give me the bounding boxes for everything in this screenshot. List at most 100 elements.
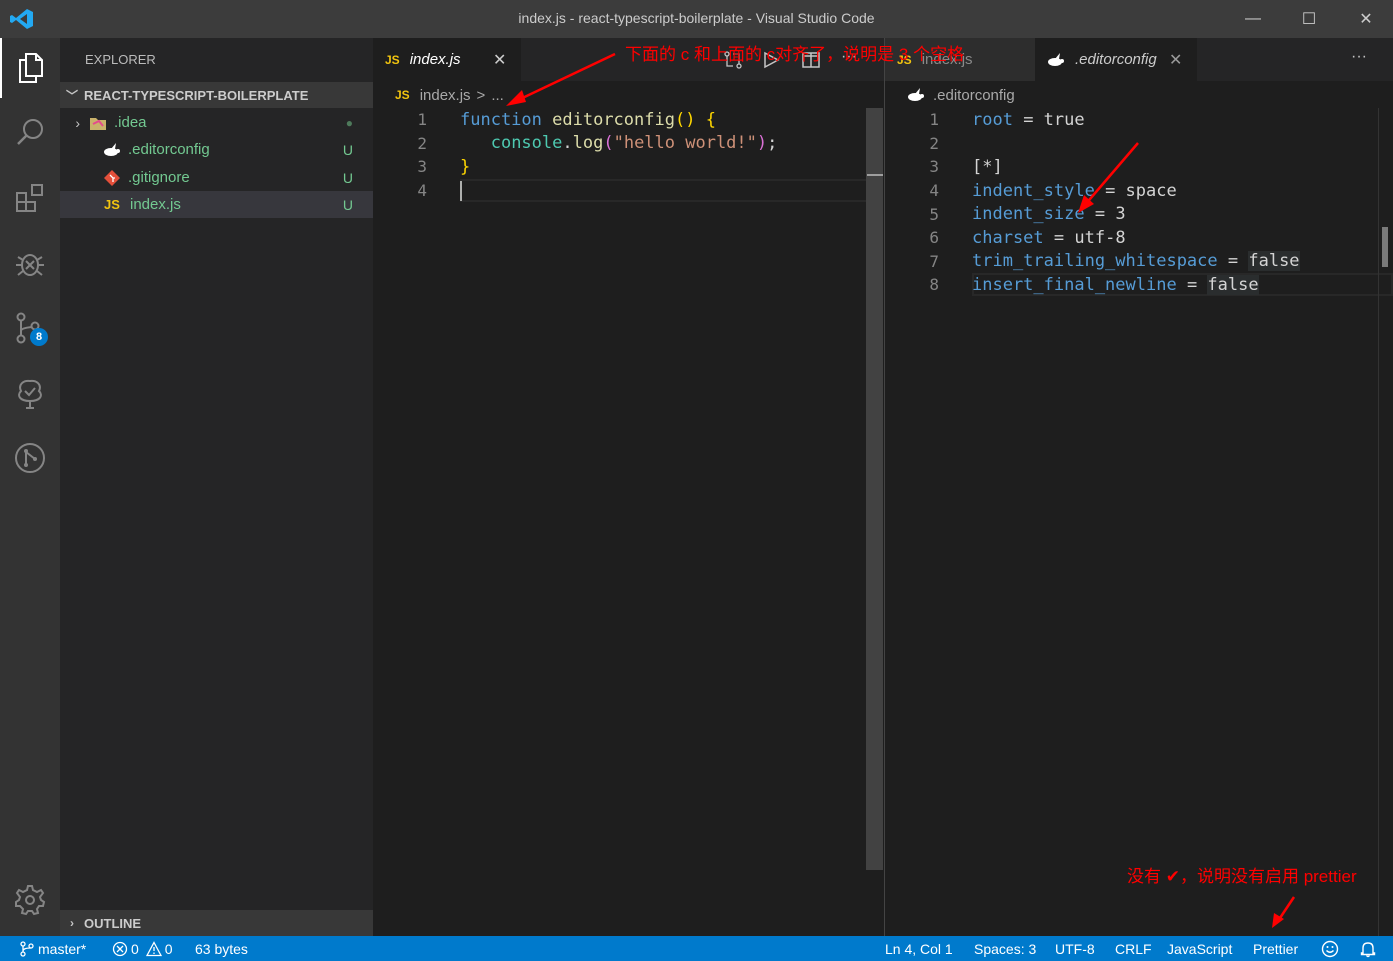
- tab-label: index.js: [409, 51, 461, 68]
- line-number: 2: [929, 133, 939, 153]
- source-control-icon[interactable]: [0, 298, 60, 358]
- git-branch-item[interactable]: master*: [20, 936, 86, 961]
- line-number: 2: [417, 133, 427, 153]
- config-value: false: [1207, 274, 1259, 295]
- outline-label: OUTLINE: [84, 915, 142, 931]
- file-name: .editorconfig: [128, 141, 210, 158]
- scrollbar-cursor-marker: [867, 174, 883, 176]
- indentation[interactable]: Spaces: 3: [974, 936, 1036, 961]
- problems-item[interactable]: 0 0: [112, 936, 173, 961]
- git-file-icon: [102, 169, 122, 186]
- breadcrumb: .editorconfig: [885, 82, 1015, 108]
- equals: =: [1012, 109, 1044, 130]
- settings-gear-icon[interactable]: [0, 870, 60, 930]
- config-key: trim_trailing_whitespace: [972, 251, 1218, 272]
- tree-item-index-js[interactable]: JS index.js U: [60, 191, 373, 218]
- code-line: 7 trim_trailing_whitespace = false: [885, 250, 1393, 274]
- extensions-icon[interactable]: [0, 168, 60, 228]
- code-editor-left[interactable]: 1 function editorconfig() { 2 console.lo…: [373, 108, 884, 202]
- tree-item-idea-folder[interactable]: › .idea ●: [60, 109, 373, 136]
- breadcrumb: JS index.js > ...: [373, 82, 504, 108]
- string: "hello world!": [613, 133, 757, 154]
- close-window-button[interactable]: ✕: [1338, 0, 1393, 38]
- language-mode[interactable]: JavaScript: [1167, 936, 1232, 961]
- encoding[interactable]: UTF-8: [1055, 936, 1095, 961]
- breadcrumb-file[interactable]: index.js: [420, 87, 471, 104]
- feedback-smiley-icon[interactable]: [1321, 936, 1339, 961]
- config-value: false: [1248, 251, 1300, 272]
- status-bar: master* 0 0 63 bytes Ln 4, Col 1 Spaces:…: [0, 936, 1393, 961]
- code-line: 2 console.log("hello world!");: [373, 132, 884, 156]
- git-branch-icon: [20, 940, 34, 957]
- debug-icon[interactable]: [0, 233, 60, 293]
- vertical-scrollbar[interactable]: [866, 108, 883, 870]
- minimize-button[interactable]: —: [1225, 0, 1281, 38]
- js-file-icon: JS: [385, 52, 400, 67]
- line-number: 6: [929, 228, 939, 248]
- file-name: .gitignore: [128, 169, 190, 186]
- equals: =: [1043, 227, 1075, 248]
- tree-item-editorconfig[interactable]: .editorconfig U: [60, 136, 373, 163]
- breadcrumb-file[interactable]: .editorconfig: [933, 87, 1015, 104]
- code-line: 6 charset = utf-8: [885, 226, 1393, 250]
- project-section-header[interactable]: ﹀ REACT-TYPESCRIPT-BOILERPLATE: [60, 82, 373, 108]
- project-name: REACT-TYPESCRIPT-BOILERPLATE: [84, 87, 309, 103]
- semicolon: ;: [767, 133, 778, 154]
- file-size: 63 bytes: [195, 940, 248, 957]
- end-of-line[interactable]: CRLF: [1115, 936, 1152, 961]
- left-editor-group: JS index.js ✕ ··· JS index.js > ... 1 fu…: [373, 38, 884, 936]
- code-line: 1 root = true: [885, 108, 1393, 132]
- code-line-current: 4: [373, 178, 884, 203]
- tree-item-gitignore[interactable]: .gitignore U: [60, 164, 373, 191]
- code-line: 1 function editorconfig() {: [373, 108, 884, 132]
- brace: }: [460, 156, 471, 177]
- annotation-bottom: 没有 ✔，说明没有启用 prettier: [1127, 867, 1357, 886]
- close-tab-icon[interactable]: ✕: [1169, 50, 1182, 70]
- tab-editorconfig[interactable]: .editorconfig ✕: [1035, 38, 1197, 81]
- breadcrumb-separator-icon: >: [476, 86, 486, 104]
- function-name: editorconfig: [552, 109, 675, 130]
- cursor-position[interactable]: Ln 4, Col 1: [885, 936, 953, 961]
- warning-icon: [145, 940, 162, 957]
- modified-dot: ●: [345, 115, 353, 130]
- chevron-right-icon: ›: [70, 916, 74, 930]
- paren: ): [756, 133, 768, 154]
- line-number: 8: [929, 275, 939, 295]
- source-control-badge: 8: [30, 328, 48, 346]
- explorer-icon[interactable]: [0, 38, 60, 98]
- equals: =: [1217, 251, 1249, 272]
- overview-ruler-marker: [1382, 227, 1388, 267]
- branch-name: master*: [38, 940, 87, 957]
- chevron-down-icon: ﹀: [65, 88, 78, 103]
- editorconfig-mouse-icon: [907, 87, 925, 103]
- maximize-button[interactable]: ☐: [1281, 0, 1337, 38]
- search-icon[interactable]: [0, 102, 60, 162]
- notifications-bell-icon[interactable]: [1359, 936, 1377, 961]
- tab-index-js[interactable]: JS index.js ✕: [373, 38, 521, 81]
- config-value: utf-8: [1074, 227, 1126, 248]
- editorconfig-mouse-icon: [102, 142, 122, 158]
- line-number: 1: [417, 110, 427, 130]
- warning-count: 0: [164, 940, 173, 957]
- more-actions-icon[interactable]: ···: [1351, 48, 1367, 66]
- line-number: 4: [929, 181, 939, 201]
- identifier: console: [490, 133, 563, 154]
- prettier-formatter[interactable]: Prettier: [1253, 936, 1298, 961]
- config-key: charset: [972, 227, 1044, 248]
- line-number: 3: [417, 157, 427, 177]
- line-number: 3: [929, 157, 939, 177]
- testing-tree-icon[interactable]: [0, 363, 60, 423]
- method-name: log: [572, 133, 604, 154]
- annotation-arrow-mid-icon: [1078, 142, 1139, 213]
- outline-section-header[interactable]: › OUTLINE: [60, 910, 373, 936]
- current-line-highlight: [460, 178, 881, 202]
- annotation-arrow-top-icon: [506, 52, 616, 106]
- git-graph-icon[interactable]: [0, 428, 60, 488]
- line-number: 1: [929, 110, 939, 130]
- annotation-top: 下面的 c 和上面的 c对齐了，说明是 3 个空格: [625, 45, 965, 64]
- tab-label: .editorconfig: [1075, 51, 1157, 68]
- brace: {: [705, 109, 716, 130]
- error-count: 0: [131, 940, 139, 957]
- scrollbar-track[interactable]: [1378, 108, 1379, 936]
- line-number: 4: [417, 181, 427, 201]
